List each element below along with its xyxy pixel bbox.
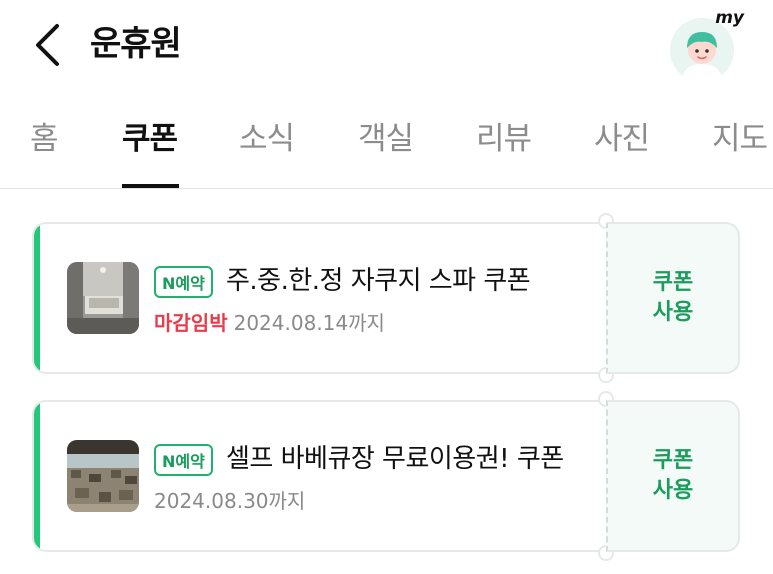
coupon-expiry: 2024.08.14까지	[233, 311, 385, 335]
coupon-body[interactable]: N예약 주.중.한.정 자쿠지 스파 쿠폰 마감임박 2024.08.14까지	[32, 222, 606, 374]
coupon-card[interactable]: N예약 셀프 바베큐장 무료이용권! 쿠폰 2024.08.30까지 쿠폰 사용	[32, 391, 740, 561]
coupon-expiry: 2024.08.30까지	[154, 489, 306, 513]
page-title: 운휴원	[90, 24, 182, 64]
tab-map[interactable]: 지도	[712, 118, 768, 160]
top-bar: 운휴원 my	[0, 0, 773, 92]
coupon-meta: 마감임박 2024.08.14까지	[154, 308, 385, 338]
coupon-accent-bar	[34, 402, 40, 550]
tab-coupon[interactable]: 쿠폰	[122, 118, 178, 160]
active-tab-indicator	[122, 184, 179, 188]
coupon-thumbnail	[67, 262, 139, 334]
use-coupon-label: 쿠폰 사용	[652, 270, 694, 325]
tab-reviews[interactable]: 리뷰	[476, 118, 532, 160]
coupon-title: 주.중.한.정 자쿠지 스파 쿠폰	[226, 266, 531, 296]
back-button[interactable]	[28, 22, 68, 68]
naver-reservation-badge: N예약	[154, 266, 213, 298]
use-coupon-button[interactable]: 쿠폰 사용	[606, 222, 740, 374]
my-avatar-button[interactable]: my	[670, 8, 744, 82]
coupon-meta: 2024.08.30까지	[154, 486, 305, 516]
use-coupon-label: 쿠폰 사용	[652, 448, 694, 503]
coupon-card[interactable]: N예약 주.중.한.정 자쿠지 스파 쿠폰 마감임박 2024.08.14까지 쿠…	[32, 213, 740, 383]
tab-photos[interactable]: 사진	[594, 118, 650, 160]
my-label: my	[715, 8, 744, 28]
tab-bar: 홈 쿠폰 소식 객실 리뷰 사진 지도	[0, 104, 773, 189]
tab-home[interactable]: 홈	[30, 118, 59, 160]
jacuzzi-image-icon	[67, 262, 139, 334]
bbq-area-image-icon	[67, 440, 139, 512]
naver-reservation-badge: N예약	[154, 444, 213, 476]
coupon-body[interactable]: N예약 셀프 바베큐장 무료이용권! 쿠폰 2024.08.30까지	[32, 400, 606, 552]
tab-rooms[interactable]: 객실	[358, 118, 414, 160]
coupon-thumbnail	[67, 440, 139, 512]
coupon-title: 셀프 바베큐장 무료이용권! 쿠폰	[226, 444, 564, 474]
chevron-left-icon	[36, 24, 59, 66]
coupon-accent-bar	[34, 224, 40, 372]
use-coupon-button[interactable]: 쿠폰 사용	[606, 400, 740, 552]
deadline-soon-label: 마감임박	[154, 311, 228, 335]
tab-news[interactable]: 소식	[239, 118, 295, 160]
